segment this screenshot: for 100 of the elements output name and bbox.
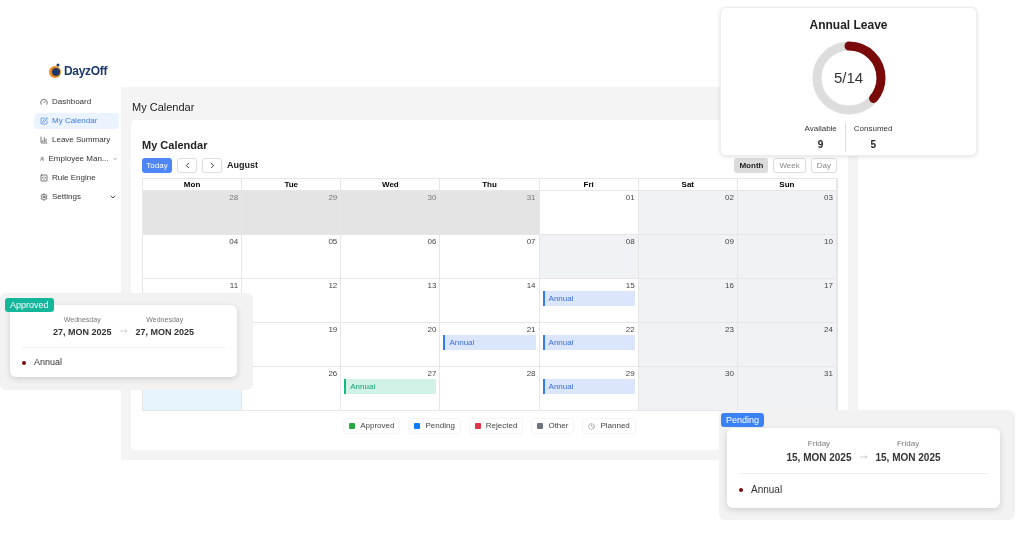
day-number: 22 bbox=[625, 325, 635, 334]
sidebar-label: Leave Summary bbox=[52, 134, 112, 146]
sidebar-item[interactable]: Dashboard bbox=[34, 94, 119, 110]
leave-type: Annual bbox=[751, 483, 783, 497]
date-text: 27, MON 2025 bbox=[135, 325, 195, 339]
day-cell[interactable]: 01 bbox=[539, 190, 639, 234]
sidebar-item[interactable]: Leave Summary bbox=[34, 132, 119, 148]
month-label: August bbox=[227, 158, 258, 172]
day-cell[interactable]: 13 bbox=[341, 278, 441, 322]
day-number: 13 bbox=[427, 281, 437, 290]
leave-event[interactable]: Annual bbox=[542, 379, 635, 394]
day-number: 07 bbox=[526, 237, 536, 246]
leave-event[interactable]: Annual bbox=[443, 335, 536, 350]
donut-reading: 5/14 bbox=[833, 67, 864, 88]
day-number: 11 bbox=[229, 281, 239, 290]
view-tab[interactable]: Day bbox=[810, 158, 837, 173]
day-number: 29 bbox=[328, 193, 338, 202]
sidebar-label: My Calendar bbox=[52, 115, 99, 127]
day-cell[interactable]: 24 bbox=[737, 322, 837, 366]
day-number: 04 bbox=[229, 237, 239, 246]
day-cell[interactable]: 29 Annual bbox=[539, 366, 639, 410]
sidebar-label: Employee Man... bbox=[48, 153, 109, 165]
legend-label: Pending bbox=[425, 420, 455, 432]
day-number: 24 bbox=[824, 325, 833, 334]
day-cell[interactable]: 31 bbox=[440, 190, 540, 234]
sidebar-label: Rule Engine bbox=[52, 172, 97, 184]
day-cell[interactable]: 09 bbox=[638, 234, 738, 278]
day-cell[interactable]: 31 bbox=[737, 366, 837, 410]
day-cell[interactable]: 20 bbox=[341, 322, 441, 366]
day-number: 31 bbox=[824, 369, 833, 378]
status-badge: Pending bbox=[721, 413, 765, 427]
date-text: 15, MON 2025 bbox=[786, 451, 852, 465]
day-cell[interactable]: 16 bbox=[638, 278, 738, 322]
day-cell[interactable]: 12 bbox=[242, 278, 342, 322]
day-cell[interactable]: 23 bbox=[638, 322, 738, 366]
logo-icon bbox=[48, 63, 62, 79]
stat-label: Consumed bbox=[853, 123, 893, 135]
day-number: 20 bbox=[427, 325, 437, 334]
day-number: 02 bbox=[724, 193, 734, 202]
day-cell[interactable]: 06 bbox=[341, 234, 441, 278]
leave-type: Annual bbox=[34, 356, 63, 369]
bar-chart-icon bbox=[40, 136, 48, 144]
stat-value: 9 bbox=[817, 138, 824, 152]
day-cell[interactable]: 22 Annual bbox=[539, 322, 639, 366]
settings-icon bbox=[40, 193, 48, 201]
logo-text: DayzOff bbox=[64, 63, 108, 80]
day-number: 08 bbox=[625, 237, 635, 246]
day-cell[interactable]: 29 bbox=[242, 190, 342, 234]
day-number: 23 bbox=[724, 325, 734, 334]
gauge-icon bbox=[40, 98, 48, 106]
previous-button[interactable] bbox=[177, 158, 197, 173]
day-number: 03 bbox=[824, 193, 833, 202]
view-tab[interactable]: Week bbox=[773, 158, 806, 173]
day-number: 28 bbox=[526, 369, 536, 378]
sidebar-item[interactable]: My Calendar bbox=[34, 113, 119, 129]
pen-square-icon bbox=[40, 117, 48, 125]
day-cell[interactable]: 28 bbox=[440, 366, 540, 410]
view-tab[interactable]: Month bbox=[734, 158, 769, 173]
day-cell[interactable]: 30 bbox=[341, 190, 441, 234]
day-cell[interactable]: 02 bbox=[638, 190, 738, 234]
clock-icon bbox=[588, 422, 596, 430]
day-number: 14 bbox=[526, 281, 536, 290]
next-button[interactable] bbox=[202, 158, 222, 173]
date-text: 15, MON 2025 bbox=[875, 451, 941, 465]
day-cell[interactable]: 03 bbox=[737, 190, 837, 234]
day-cell[interactable]: 30 bbox=[638, 366, 738, 410]
day-cell[interactable]: 27 Annual bbox=[341, 366, 441, 410]
day-number: 31 bbox=[526, 193, 536, 202]
leave-event[interactable]: Annual bbox=[542, 291, 635, 306]
legend-label: Rejected bbox=[485, 420, 518, 432]
card-title: Annual Leave bbox=[809, 17, 888, 34]
day-cell[interactable]: 28 bbox=[143, 190, 243, 234]
day-cell[interactable]: 17 bbox=[737, 278, 837, 322]
sidebar-item[interactable]: Rule Engine bbox=[34, 170, 119, 186]
day-cell[interactable]: 14 bbox=[440, 278, 540, 322]
day-number: 28 bbox=[229, 193, 239, 202]
day-number: 06 bbox=[427, 237, 437, 246]
day-cell[interactable]: 15 Annual bbox=[539, 278, 639, 322]
day-cell[interactable]: 07 bbox=[440, 234, 540, 278]
day-number: 26 bbox=[328, 369, 338, 378]
sidebar-item[interactable]: Settings bbox=[34, 189, 119, 205]
sidebar-item[interactable]: Employee Man... bbox=[34, 151, 119, 167]
day-cell[interactable]: 04 bbox=[143, 234, 243, 278]
status-badge: Approved bbox=[5, 298, 54, 312]
day-number: 10 bbox=[824, 237, 833, 246]
leave-event[interactable]: Annual bbox=[542, 335, 635, 350]
day-cell[interactable]: 08 bbox=[539, 234, 639, 278]
legend-label: Other bbox=[548, 420, 569, 432]
page-title: My Calendar bbox=[131, 100, 196, 115]
day-number: 09 bbox=[724, 237, 734, 246]
legend-label: Planned bbox=[600, 420, 630, 432]
day-number: 05 bbox=[328, 237, 338, 246]
weekday-label: Friday bbox=[807, 438, 831, 450]
date-text: 27, MON 2025 bbox=[52, 325, 112, 339]
day-number: 16 bbox=[724, 281, 734, 290]
day-number: 30 bbox=[427, 193, 437, 202]
day-cell[interactable]: 10 bbox=[737, 234, 837, 278]
day-cell[interactable]: 05 bbox=[242, 234, 342, 278]
weekday-label: Friday bbox=[896, 438, 920, 450]
day-cell[interactable]: 21 Annual bbox=[440, 322, 540, 366]
